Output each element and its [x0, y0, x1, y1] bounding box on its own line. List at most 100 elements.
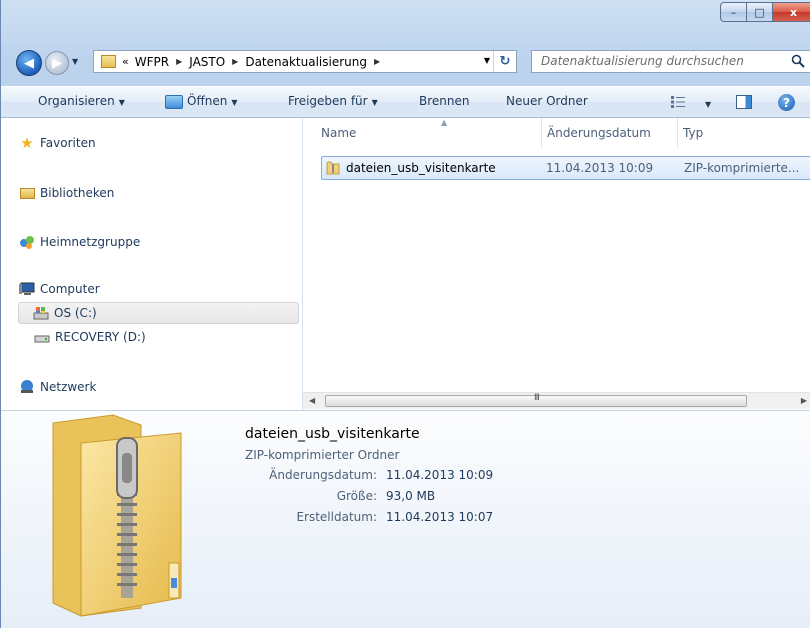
column-header-name[interactable]: Name ▲ [321, 118, 541, 148]
open-button[interactable]: Öffnen ▼ [165, 94, 237, 109]
breadcrumb-item[interactable]: WFPR [133, 55, 171, 69]
drive-d-icon [34, 329, 50, 345]
details-created-value: 11.04.2013 10:07 [386, 510, 494, 524]
minimize-icon: – [730, 5, 737, 19]
homegroup-icon [19, 234, 35, 250]
title-bar[interactable]: – □ x [1, 0, 810, 40]
command-bar: Organisieren ▼ Öffnen ▼ Freigeben für ▼ Bre… [1, 86, 810, 118]
open-label: Öffnen [187, 94, 228, 108]
refresh-icon: ↻ [499, 54, 511, 69]
nav-item-computer[interactable]: Computer [19, 278, 319, 300]
maximize-icon: □ [754, 5, 765, 19]
preview-pane-icon[interactable] [736, 95, 752, 109]
breadcrumb: WFPR ▶ JASTO ▶ Datenaktualisierung ▶ [133, 55, 385, 69]
forward-arrow-icon: ▶ [52, 55, 62, 71]
file-modified: 11.04.2013 10:09 [546, 161, 654, 175]
maximize-button[interactable]: □ [747, 2, 773, 22]
horizontal-scrollbar[interactable]: ◀ III ▶ [303, 392, 810, 409]
search-icon[interactable] [791, 54, 805, 68]
details-size-value: 93,0 MB [386, 489, 436, 503]
scrollbar-grip: III [534, 393, 540, 403]
views-icon[interactable] [671, 96, 685, 108]
scroll-right-icon[interactable]: ▶ [801, 396, 807, 405]
share-label: Freigeben für [288, 94, 368, 108]
new-folder-label: Neuer Ordner [506, 94, 588, 108]
breadcrumb-separator-icon[interactable]: ▶ [369, 57, 385, 66]
caption-buttons: – □ x [720, 2, 810, 24]
column-divider[interactable] [541, 118, 542, 148]
chevron-down-icon: ▼ [371, 98, 378, 107]
new-folder-button[interactable]: Neuer Ordner [506, 94, 588, 108]
column-divider[interactable] [677, 118, 678, 148]
breadcrumb-item[interactable]: JASTO [187, 55, 227, 69]
views-dropdown-icon[interactable]: ▼ [701, 96, 711, 110]
open-icon [165, 94, 183, 109]
nav-item-label: RECOVERY (D:) [55, 330, 146, 344]
column-header-label: Typ [683, 126, 704, 140]
chevron-down-icon: ▼ [231, 98, 238, 107]
column-header-modified[interactable]: Änderungsdatum [547, 118, 677, 148]
organize-button[interactable]: Organisieren ▼ [38, 94, 125, 108]
overflow-chevron[interactable]: « [122, 55, 129, 68]
nav-item-network[interactable]: Netzwerk [19, 376, 319, 398]
minimize-button[interactable]: – [720, 2, 747, 22]
back-button[interactable]: ◀ [16, 50, 42, 76]
nav-item-label: Bibliotheken [40, 186, 115, 200]
zip-folder-large-icon [52, 414, 182, 617]
details-file-name: dateien_usb_visitenkarte [245, 426, 420, 442]
details-created-label: Erstelldatum: [296, 510, 377, 524]
organize-label: Organisieren [38, 94, 115, 108]
refresh-button[interactable]: ↻ [493, 51, 516, 72]
details-file-type: ZIP-komprimierter Ordner [245, 448, 400, 462]
scrollbar-thumb[interactable]: III [325, 393, 747, 407]
file-name: dateien_usb_visitenkarte [346, 161, 496, 175]
nav-item-label: OS (C:) [54, 306, 97, 320]
scroll-left-icon[interactable]: ◀ [309, 396, 315, 405]
close-icon: x [789, 5, 798, 19]
chevron-down-icon: ▼ [118, 98, 125, 107]
network-icon [19, 379, 35, 395]
recent-pages-dropdown[interactable]: ▼ [72, 57, 78, 66]
nav-item-label: Heimnetzgruppe [40, 235, 141, 249]
breadcrumb-separator-icon[interactable]: ▶ [171, 57, 187, 66]
navigation-pane[interactable]: ★ Favoriten Bibliotheken Heimnetzgruppe … [1, 118, 303, 410]
file-type: ZIP-komprimierte... [684, 161, 800, 175]
folder-icon [101, 55, 116, 68]
nav-item-drive-d[interactable]: RECOVERY (D:) [34, 326, 334, 348]
library-icon [19, 185, 35, 201]
address-dropdown-icon[interactable]: ▼ [484, 56, 490, 65]
details-size-row: Größe: 93,0 MB [245, 489, 545, 507]
help-label: ? [783, 95, 790, 110]
close-button[interactable]: x [773, 2, 810, 22]
computer-icon [19, 281, 35, 297]
search-placeholder: Datenaktualisierung durchsuchen [541, 54, 744, 68]
breadcrumb-item[interactable]: Datenaktualisierung [243, 55, 369, 69]
main-area: ★ Favoriten Bibliotheken Heimnetzgruppe … [1, 118, 810, 410]
file-list[interactable]: Name ▲ Änderungsdatum Typ dateien_usb_vi… [303, 118, 810, 410]
back-arrow-icon: ◀ [24, 55, 34, 71]
file-row[interactable]: dateien_usb_visitenkarte 11.04.2013 10:0… [321, 156, 810, 180]
chevron-down-icon: ▼ [705, 100, 712, 109]
share-button[interactable]: Freigeben für ▼ [288, 94, 378, 108]
zip-folder-icon [326, 161, 340, 175]
nav-item-favorites[interactable]: ★ Favoriten [20, 132, 339, 154]
details-modified-value: 11.04.2013 10:09 [386, 468, 494, 482]
address-bar[interactable]: « WFPR ▶ JASTO ▶ Datenaktualisierung ▶ ▼… [93, 50, 517, 73]
star-icon: ★ [20, 134, 34, 152]
nav-item-homegroup[interactable]: Heimnetzgruppe [19, 231, 319, 253]
details-created-row: Erstelldatum: 11.04.2013 10:07 [245, 510, 545, 528]
nav-item-label: Computer [40, 282, 100, 296]
column-header-type[interactable]: Typ [683, 118, 810, 148]
details-size-label: Größe: [336, 489, 377, 503]
forward-button[interactable]: ▶ [45, 51, 69, 75]
details-modified-row: Änderungsdatum: 11.04.2013 10:09 [245, 468, 545, 486]
nav-item-drive-c[interactable]: OS (C:) [18, 302, 299, 324]
help-icon[interactable]: ? [778, 94, 795, 111]
nav-item-libraries[interactable]: Bibliotheken [19, 182, 319, 204]
search-input[interactable]: Datenaktualisierung durchsuchen [531, 50, 810, 73]
burn-button[interactable]: Brennen [419, 94, 469, 108]
drive-c-icon [33, 305, 49, 321]
nav-item-label: Favoriten [40, 136, 96, 150]
explorer-window: – □ x ◀ ▶ ▼ « WFPR ▶ JASTO ▶ Datenaktual… [0, 0, 810, 628]
breadcrumb-separator-icon[interactable]: ▶ [227, 57, 243, 66]
